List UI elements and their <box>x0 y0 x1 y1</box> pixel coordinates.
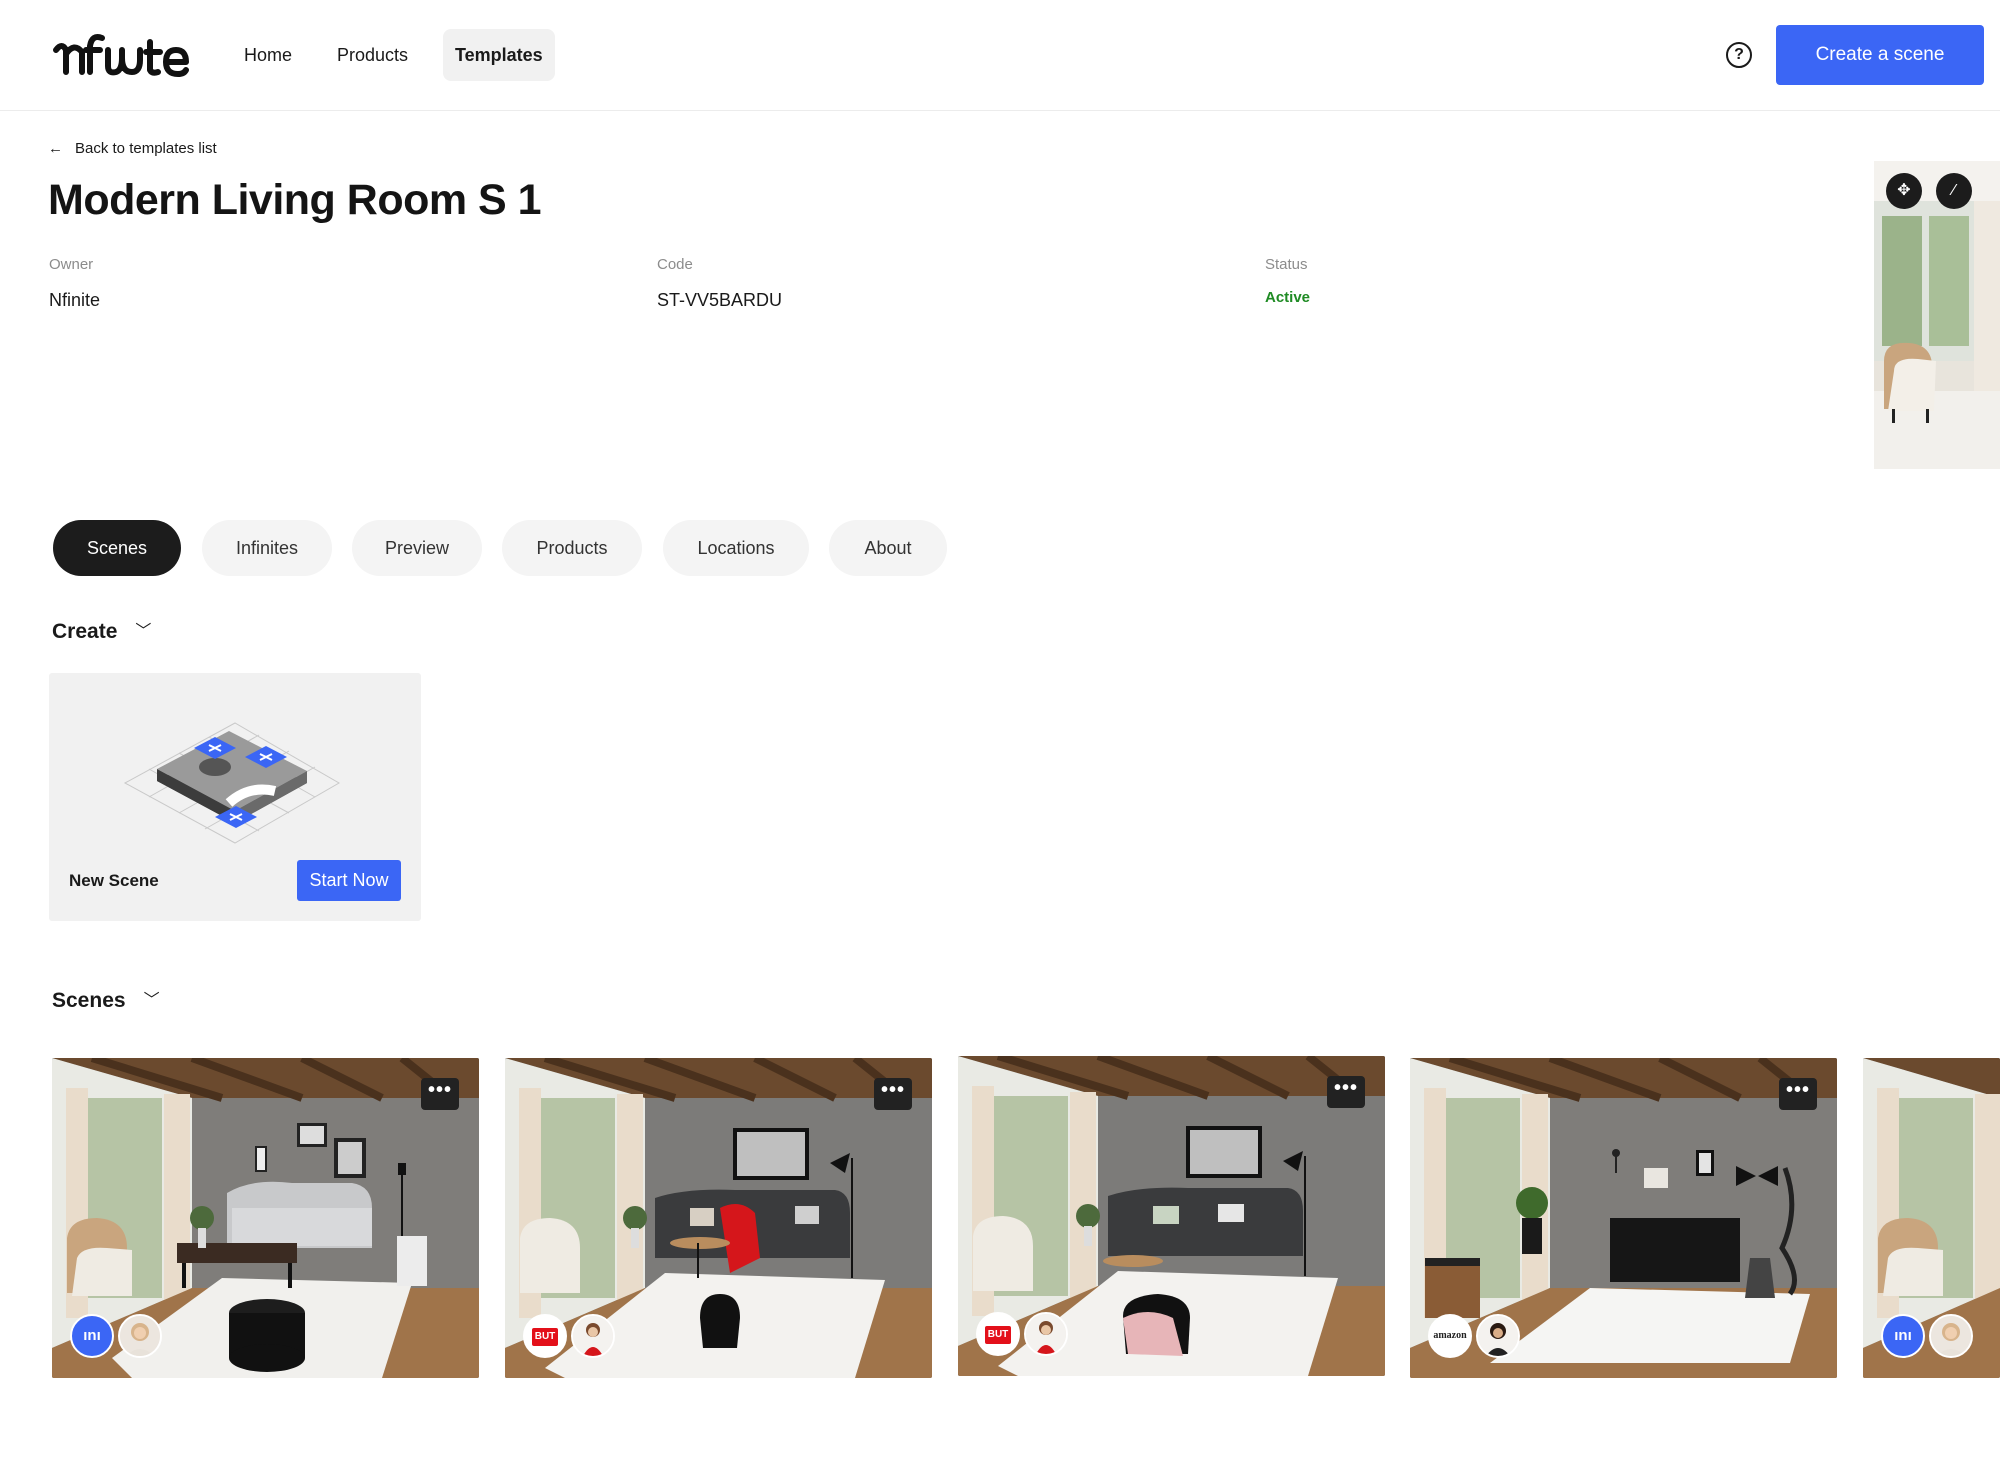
new-scene-card[interactable]: New Scene Start Now <box>49 673 421 921</box>
scene-card[interactable]: ••• ını <box>52 1058 479 1378</box>
scenes-section-toggle[interactable]: Scenes ﹀ <box>52 988 160 1013</box>
create-section-toggle[interactable]: Create ﹀ <box>52 619 151 644</box>
user-avatar-image <box>573 1316 613 1356</box>
scenes-heading: Scenes <box>52 989 126 1012</box>
isometric-scene-illustration <box>123 722 341 844</box>
tab-preview[interactable]: Preview <box>352 520 482 576</box>
brand-logo-nfinite: ını <box>70 1314 114 1358</box>
room-thumbnail-image <box>1874 161 2000 469</box>
scene-card[interactable]: ••• BUT <box>505 1058 932 1378</box>
more-options-button[interactable]: ••• <box>421 1078 459 1110</box>
tab-about[interactable]: About <box>829 520 947 576</box>
tab-infinites[interactable]: Infinites <box>202 520 332 576</box>
user-avatar-image <box>120 1316 160 1356</box>
avatar <box>1476 1314 1520 1358</box>
brand-logo-but: BUT <box>976 1312 1020 1356</box>
tab-scenes[interactable]: Scenes <box>53 520 181 576</box>
code-label: Code <box>657 256 693 273</box>
nav-templates[interactable]: Templates <box>443 29 555 81</box>
top-navigation-bar: Home Products Templates ? Create a scene <box>0 0 2000 111</box>
brand-logo-amazon: amazon <box>1428 1314 1472 1358</box>
page-title: Modern Living Room S 1 <box>48 176 542 224</box>
new-scene-label: New Scene <box>69 871 159 890</box>
more-options-button[interactable]: ••• <box>1779 1078 1817 1110</box>
chevron-down-icon: ﹀ <box>143 992 160 1009</box>
move-icon[interactable]: ✥ <box>1886 173 1922 209</box>
scene-card[interactable]: ••• BUT <box>958 1056 1385 1376</box>
avatar <box>118 1314 162 1358</box>
tab-products[interactable]: Products <box>502 520 642 576</box>
nav-products[interactable]: Products <box>325 29 420 81</box>
status-badge: Active <box>1265 289 1311 306</box>
more-options-button[interactable]: ••• <box>874 1078 912 1110</box>
user-avatar-image <box>1478 1316 1518 1356</box>
scene-thumbnail-image <box>505 1058 932 1378</box>
scene-thumbnail-image <box>52 1058 479 1378</box>
scene-thumbnail-image <box>1410 1058 1837 1378</box>
avatar <box>1024 1312 1068 1356</box>
back-to-templates-link[interactable]: ← Back to templates list <box>48 140 217 157</box>
create-heading: Create <box>52 620 118 643</box>
more-options-button[interactable]: ••• <box>1327 1076 1365 1108</box>
status-label: Status <box>1265 256 1308 273</box>
question-circle-icon[interactable]: ? <box>1726 42 1752 68</box>
avatar <box>1929 1314 1973 1358</box>
scene-thumbnail-image <box>958 1056 1385 1376</box>
owner-label: Owner <box>49 256 94 273</box>
tab-locations[interactable]: Locations <box>663 520 809 576</box>
magic-wand-icon[interactable]: ⁄ <box>1936 173 1972 209</box>
template-preview-image[interactable]: ✥ ⁄ <box>1874 161 2000 469</box>
scene-card[interactable]: ••• amazon <box>1410 1058 1837 1378</box>
chevron-down-icon: ﹀ <box>135 623 152 640</box>
brand-logo-but: BUT <box>523 1314 567 1358</box>
avatar <box>571 1314 615 1358</box>
start-now-button[interactable]: Start Now <box>297 860 401 901</box>
nfinite-logo[interactable] <box>52 28 192 82</box>
nav-home[interactable]: Home <box>232 29 304 81</box>
back-link-label: Back to templates list <box>75 140 217 157</box>
scene-card[interactable]: ını <box>1863 1058 2000 1378</box>
user-avatar-image <box>1931 1316 1971 1356</box>
user-avatar-image <box>1026 1314 1066 1354</box>
code-value: ST-VV5BARDU <box>657 290 783 310</box>
owner-value: Nfinite <box>49 290 101 310</box>
brand-logo-nfinite: ını <box>1881 1314 1925 1358</box>
create-scene-button[interactable]: Create a scene <box>1776 25 1984 85</box>
arrow-left-icon: ← <box>48 140 63 157</box>
